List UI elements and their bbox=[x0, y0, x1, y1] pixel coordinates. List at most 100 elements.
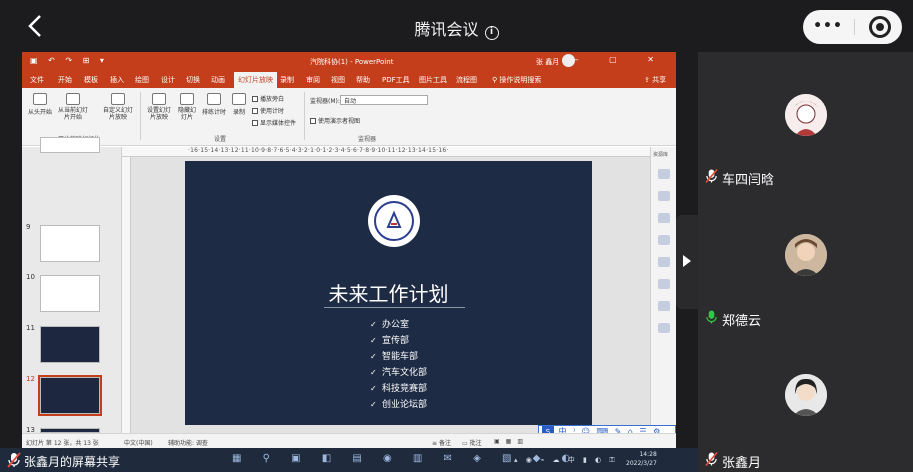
resource-side-pane: 资源库 bbox=[650, 147, 676, 433]
participant-tile[interactable]: 郑德云 bbox=[698, 194, 913, 332]
slide-title: 未来工作计划 bbox=[328, 282, 449, 306]
list-item: ✓ 办公室 bbox=[370, 317, 427, 333]
list-item: ✓ 科技竞赛部 bbox=[370, 381, 427, 397]
table-icon[interactable] bbox=[658, 257, 670, 267]
tab-templates[interactable]: 模板 bbox=[84, 75, 98, 85]
slide-thumbnail[interactable] bbox=[40, 326, 100, 363]
quick-access-toolbar[interactable]: ▣ ↶ ↷ ⊞ ▾ bbox=[30, 56, 108, 65]
share-owner-label: 张鑫月的屏幕共享 bbox=[24, 455, 121, 469]
tab-transitions[interactable]: 切换 bbox=[186, 75, 200, 85]
close-mini-program-icon[interactable] bbox=[869, 16, 891, 38]
chart-icon[interactable] bbox=[658, 235, 670, 245]
current-slide[interactable]: 未来工作计划 ✓ 办公室 ✓ 宣传部 ✓ 智能车部 ✓ 汽车文化部 ✓ 科技竞赛部 ✓ 创业… bbox=[185, 161, 592, 425]
tab-flowchart[interactable]: 流程图 bbox=[456, 75, 477, 85]
meeting-title-area: 腾讯会议 i bbox=[0, 16, 913, 40]
chk-media[interactable]: 显示媒体控件 bbox=[252, 118, 296, 127]
from-start-label: 从头开始 bbox=[28, 109, 53, 116]
side-pane-title: 资源库 bbox=[653, 152, 669, 158]
tab-record[interactable]: 录制 bbox=[280, 75, 294, 85]
from-current-label: 从当前幻灯片开始 bbox=[57, 107, 88, 121]
share-button[interactable]: ⇪ 共享 bbox=[644, 75, 666, 85]
list-item-label: 办公室 bbox=[382, 320, 410, 330]
slide-count: 幻灯片 第 12 张，共 13 张 bbox=[26, 440, 99, 447]
tab-slide-show[interactable]: 幻灯片放映 bbox=[234, 72, 277, 89]
tab-insert[interactable]: 插入 bbox=[110, 75, 124, 85]
window-controls[interactable]: — ▢ ✕ bbox=[571, 55, 668, 64]
mic-on-icon bbox=[706, 310, 717, 324]
list-item-label: 智能车部 bbox=[382, 352, 419, 362]
view-buttons[interactable]: ▣▦▥ bbox=[494, 438, 529, 445]
icons-icon[interactable] bbox=[658, 213, 670, 223]
tab-review[interactable]: 审阅 bbox=[306, 75, 320, 85]
thumb-number-active: 12 bbox=[26, 375, 35, 383]
custom-show-button[interactable]: 自定义幻灯片放映 bbox=[102, 93, 134, 121]
from-current-button[interactable]: 从当前幻灯片开始 bbox=[56, 93, 90, 121]
tab-animations[interactable]: 动画 bbox=[211, 75, 225, 85]
avatar-anime-icon bbox=[785, 94, 827, 136]
from-start-button[interactable]: 从头开始 bbox=[28, 93, 52, 116]
group-monitor-label: 监视器 bbox=[358, 136, 377, 143]
shape-icon[interactable] bbox=[658, 301, 670, 311]
avatar bbox=[785, 234, 827, 276]
slide-thumbnail[interactable] bbox=[40, 137, 100, 153]
meeting-top-bar: 腾讯会议 i ••• bbox=[0, 0, 913, 52]
slide-thumbnail[interactable] bbox=[40, 275, 100, 312]
info-icon[interactable]: i bbox=[484, 26, 499, 40]
rehearse-button[interactable]: 排练计时 bbox=[202, 93, 226, 116]
participant-name: 车四闫晗 bbox=[722, 173, 775, 188]
tab-home[interactable]: 开始 bbox=[58, 75, 72, 85]
custom-show-icon bbox=[111, 93, 125, 105]
notes-button[interactable]: ≡ 备注 bbox=[432, 438, 451, 447]
shared-screen: ▣ ↶ ↷ ⊞ ▾ 汽院科协(1) - PowerPoint 张 鑫月 — ▢ … bbox=[22, 52, 676, 448]
ribbon-separator bbox=[140, 92, 141, 140]
participant-tile[interactable]: 张鑫月 bbox=[698, 332, 913, 472]
tab-draw[interactable]: 绘图 bbox=[135, 75, 149, 85]
accessibility-status[interactable]: 辅助功能: 调查 bbox=[168, 438, 208, 447]
record-button[interactable]: 录制 bbox=[232, 93, 246, 116]
chk-timing[interactable]: 使用计时 bbox=[252, 106, 284, 115]
media-icon[interactable] bbox=[658, 323, 670, 333]
monitor-label: 监视器(M): bbox=[310, 98, 340, 105]
comments-button[interactable]: ▭ 批注 bbox=[462, 438, 482, 447]
slide-thumbnail[interactable] bbox=[40, 225, 100, 262]
tab-view[interactable]: 视图 bbox=[331, 75, 345, 85]
monitor-select[interactable]: 自动 bbox=[340, 95, 428, 105]
more-options-icon[interactable]: ••• bbox=[813, 18, 843, 34]
emblem-ring bbox=[374, 201, 414, 241]
tab-design[interactable]: 设计 bbox=[161, 75, 175, 85]
avatar bbox=[785, 374, 827, 416]
collapse-participants-button[interactable] bbox=[676, 215, 698, 309]
record-icon bbox=[232, 93, 246, 105]
tab-help[interactable]: 帮助 bbox=[356, 75, 370, 85]
presenter-view-label: 使用演示者视图 bbox=[318, 118, 361, 125]
thumb-number: 11 bbox=[26, 324, 35, 332]
chk-narration[interactable]: 播放旁白 bbox=[252, 94, 284, 103]
hide-slide-button[interactable]: 隐藏幻灯片 bbox=[177, 93, 197, 121]
clock-time: 14:28 bbox=[639, 451, 657, 458]
list-item-label: 科技竞赛部 bbox=[382, 384, 428, 394]
horizontal-ruler: ·16·15·14·13·12·11·10·9·8·7·6·5·4·3·2·1·… bbox=[122, 147, 650, 157]
tab-search[interactable]: ⚲ 操作说明搜索 bbox=[492, 75, 541, 85]
emblem-mark-icon bbox=[386, 211, 402, 228]
participant-tile[interactable]: 车四闫晗 bbox=[698, 52, 913, 194]
setup-show-button[interactable]: 设置幻灯片放映 bbox=[146, 93, 172, 121]
tab-picture-tools[interactable]: 图片工具 bbox=[419, 75, 447, 85]
mic-muted-icon bbox=[705, 168, 718, 184]
from-start-icon bbox=[33, 93, 47, 105]
document-title: 汽院科协(1) - PowerPoint bbox=[310, 58, 394, 66]
chk-presenter-view[interactable]: 使用演示者视图 bbox=[310, 116, 360, 125]
chevron-right-icon bbox=[683, 255, 691, 267]
system-tray: ▴ ◉ ⌁ ☁ 中 ▮ ◐ ⚿ bbox=[514, 456, 618, 464]
template-icon[interactable] bbox=[658, 169, 670, 179]
hide-slide-icon bbox=[180, 93, 194, 105]
text-icon[interactable] bbox=[658, 279, 670, 289]
clock-date: 2022/3/27 bbox=[626, 460, 657, 467]
tab-file[interactable]: 文件 bbox=[30, 75, 44, 85]
picture-icon[interactable] bbox=[658, 191, 670, 201]
title-underline bbox=[324, 307, 465, 308]
slide-thumbnail-selected[interactable] bbox=[38, 375, 102, 416]
tab-pdf-tools[interactable]: PDF工具 bbox=[382, 75, 410, 85]
language[interactable]: 中文(中国) bbox=[124, 438, 153, 447]
capsule-divider bbox=[854, 19, 855, 35]
list-item-label: 创业论坛部 bbox=[382, 400, 428, 410]
